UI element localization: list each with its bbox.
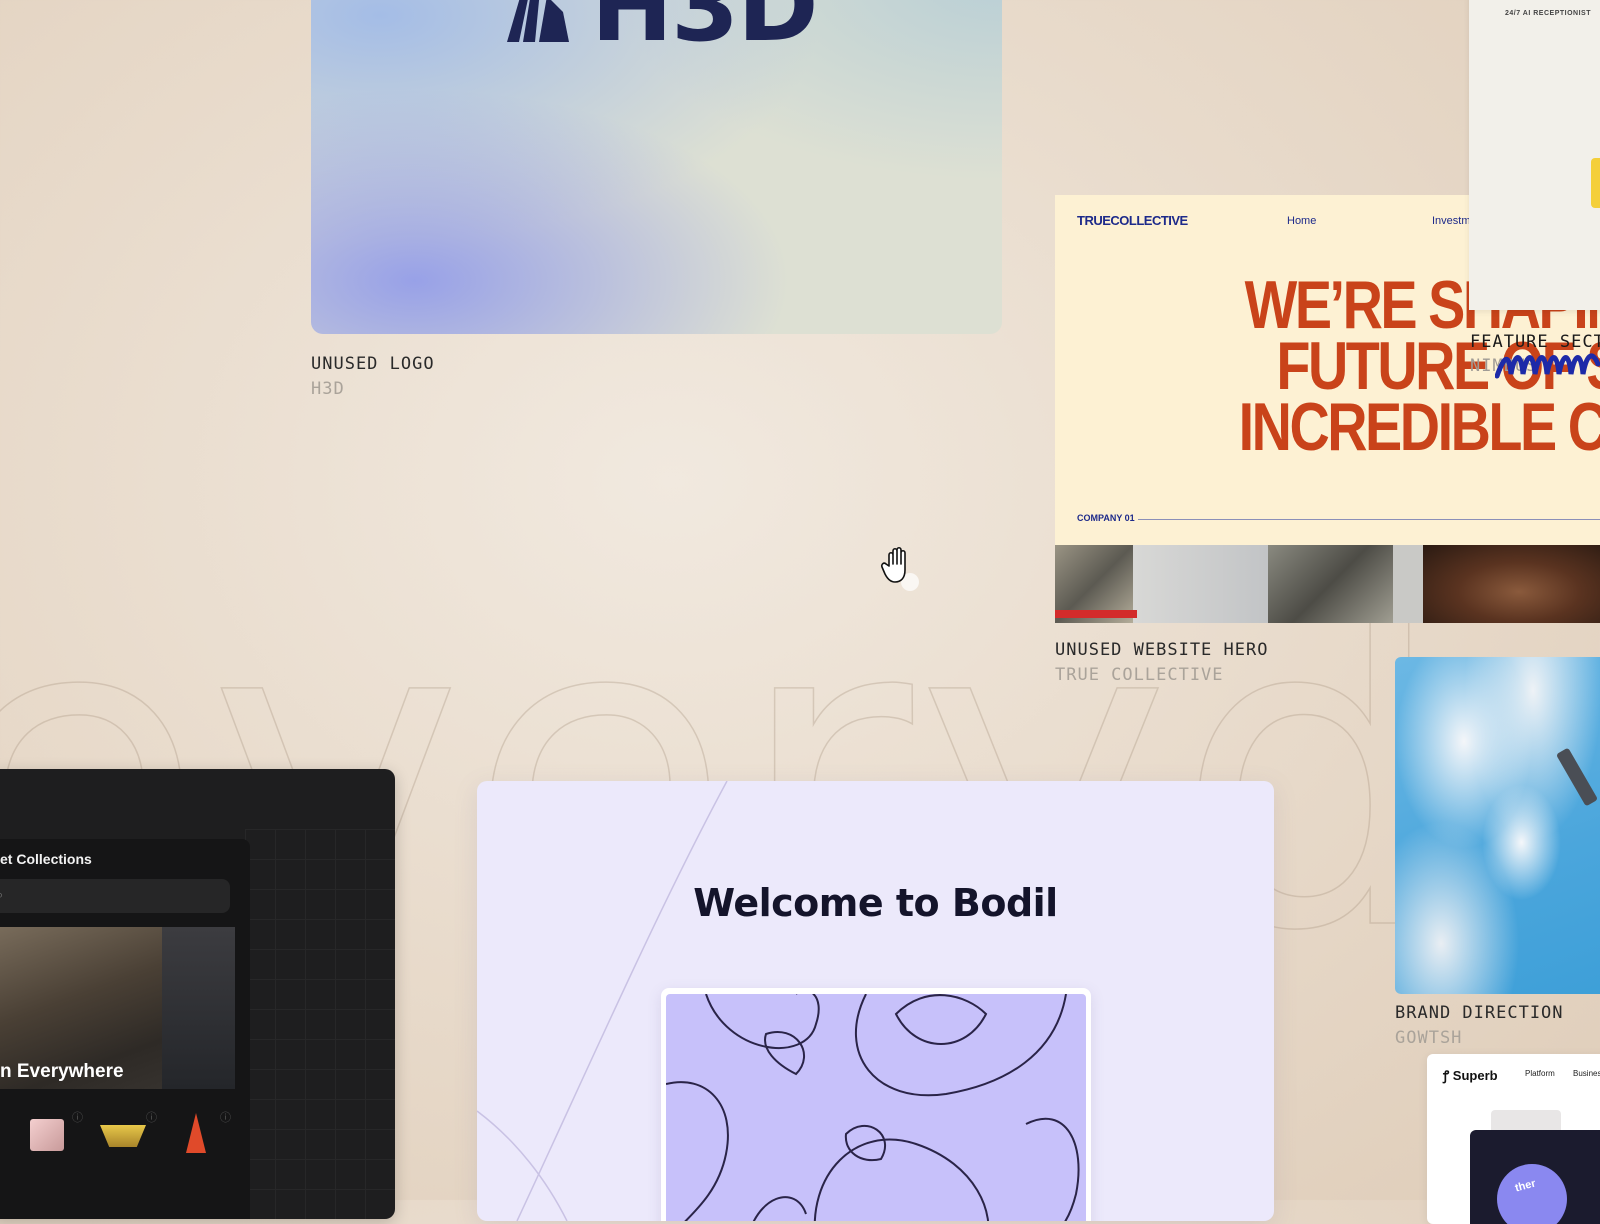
asset-collections-title: et Collections [0,851,92,867]
tc-logo: TRUECOLLECTIVE [1077,213,1188,228]
asset-caption: n Everywhere [0,1061,124,1082]
bodil-title: Welcome to Bodil [693,881,1058,925]
tc-card-subtitle: TRUE COLLECTIVE [1055,665,1224,685]
tc-headline-line: INCREDIBLE COMPA [1238,389,1600,465]
search-icon: ⌕ [0,887,3,903]
tc-strip-portrait [1423,545,1600,623]
info-icon[interactable]: ⓘ [146,1109,157,1125]
receptionist-yellow-shape [1591,158,1600,208]
h3d-mark-icon [507,0,569,42]
tc-company-label: COMPANY 01 [1077,513,1135,523]
brand-direction-title: BRAND DIRECTION [1395,1003,1564,1023]
h3d-logo-card[interactable]: H3D [311,0,1002,334]
superb-logo: ꝭ Superb [1443,1066,1498,1084]
bodil-illustration [666,994,1086,1221]
superb-nav-platform: Platform [1525,1069,1555,1078]
info-icon[interactable]: ⓘ [72,1109,83,1125]
tc-strip-image [1268,545,1393,623]
h3d-card-title: UNUSED LOGO [311,354,435,374]
superb-badge-text: ther [1513,1177,1537,1195]
tc-strip-image [1133,545,1268,623]
receptionist-label: 24/7 AI RECEPTIONIST [1505,10,1591,17]
tc-red-bar [1055,610,1137,618]
tc-card-title: UNUSED WEBSITE HERO [1055,640,1269,660]
blue-scribble-icon [1495,353,1600,379]
superb-logo-icon: ꝭ [1443,1068,1450,1083]
tc-divider [1138,519,1600,520]
bodil-illustration-frame [661,988,1091,1221]
asset-search-input[interactable]: ⌕ [0,879,230,913]
h3d-logo: H3D [503,0,819,64]
bodil-pattern-icon [666,994,1080,1221]
pink-cube-icon[interactable] [30,1119,64,1151]
grab-cursor-icon [881,546,919,591]
tc-nav-investments: Investm [1432,215,1471,227]
h3d-card-subtitle: H3D [311,379,345,399]
superb-logo-text: Superb [1452,1068,1498,1083]
asset-preview-secondary[interactable] [162,927,235,1089]
brand-direction-card[interactable] [1395,657,1600,994]
wireframe-grid [245,829,395,1219]
superb-nav-business: Busines [1573,1069,1600,1078]
bodil-welcome-card[interactable]: Welcome to Bodil [477,781,1274,1221]
h3d-logo-text: H3D [591,0,819,64]
asset-item-row: ⓘ ⓘ ⓘ [0,1109,250,1159]
brand-direction-subtitle: GOWTSH [1395,1028,1463,1048]
gold-bin-icon[interactable] [100,1125,146,1147]
traffic-cone-icon[interactable] [186,1113,206,1153]
tc-nav-home: Home [1287,215,1317,227]
sky-object [1555,747,1599,807]
tc-strip-image [1393,545,1423,623]
superb-card[interactable]: ꝭ Superb Platform Busines ther [1427,1054,1600,1224]
ai-receptionist-card[interactable]: 24/7 AI RECEPTIONIST [1469,0,1600,310]
asset-collections-card[interactable]: et Collections ⌕ n Everywhere ⓘ ⓘ ⓘ [0,769,395,1219]
info-icon[interactable]: ⓘ [220,1109,231,1125]
